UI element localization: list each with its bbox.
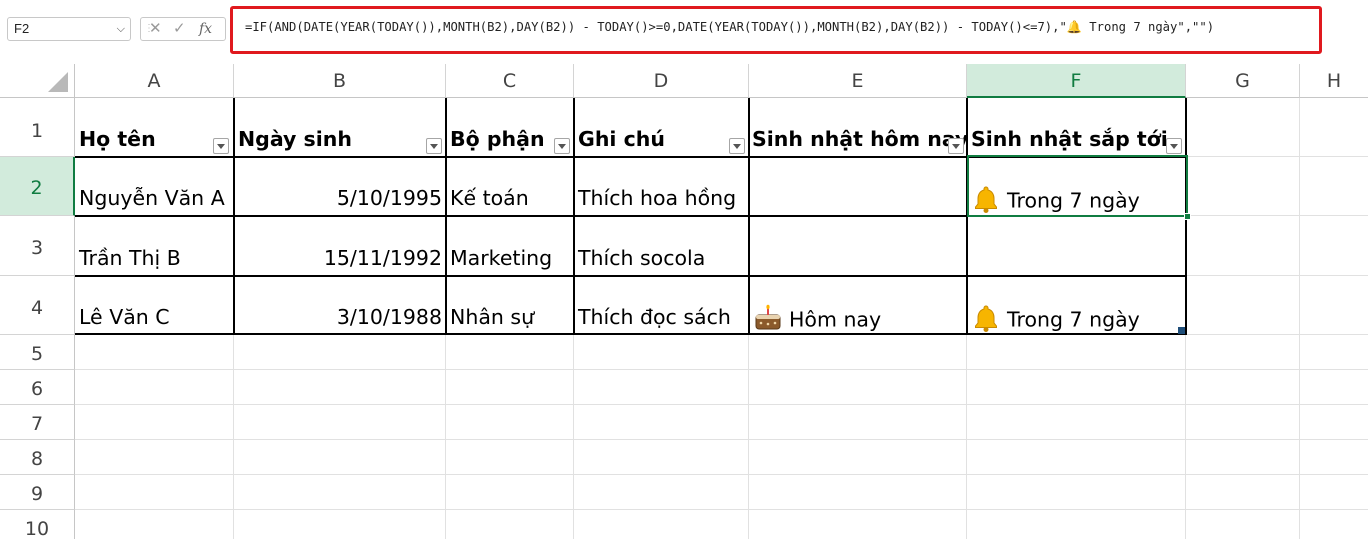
table-resize-handle[interactable] [1178,327,1185,334]
table-header-cell[interactable]: Ghi chú [574,127,669,151]
table-header-cell[interactable]: Sinh nhật sắp tới [967,127,1172,151]
row-header-7[interactable]: 7 [0,405,75,440]
chevron-down-icon[interactable]: ⌵ [117,18,125,40]
cell-department[interactable]: Marketing [446,246,556,270]
cell-today-text: Hôm nay [789,307,882,332]
gridline [75,509,1368,510]
column-header-d[interactable]: D [574,64,749,98]
filter-dropdown-button[interactable] [554,138,570,154]
row-header-4[interactable]: 4 [0,276,75,335]
check-icon[interactable]: ✓ [173,18,186,40]
close-icon[interactable]: ✕ [149,18,162,40]
row-header-8[interactable]: 8 [0,440,75,475]
column-header-a[interactable]: A [75,64,234,98]
gridline [75,439,1368,440]
cell-note[interactable]: Thích đọc sách [574,305,735,329]
cell-department[interactable]: Kế toán [446,186,533,210]
filter-dropdown-button[interactable] [426,138,442,154]
row-header-6[interactable]: 6 [0,370,75,405]
formula-text: =IF(AND(DATE(YEAR(TODAY()),MONTH(B2),DAY… [245,20,1215,34]
cell-upcoming-text: Trong 7 ngày [1007,307,1140,332]
table-header-cell[interactable]: Ngày sinh [234,127,356,151]
birthday-cake-icon [753,303,783,338]
gridline [75,474,1368,475]
name-box[interactable]: F2 ⌵ [7,17,131,41]
cell-name[interactable]: Lê Văn C [75,305,174,329]
gridline [75,369,1368,370]
cell-birth-date[interactable]: 3/10/1988 [234,305,446,329]
cell-birthday-upcoming[interactable]: Trong 7 ngày [967,303,1144,338]
column-header-g[interactable]: G [1186,64,1300,98]
column-header-h[interactable]: H [1300,64,1368,98]
row-header-3[interactable]: 3 [0,216,75,276]
cell-name[interactable]: Trần Thị B [75,246,185,270]
cell-name[interactable]: Nguyễn Văn A [75,186,229,210]
cell-birth-date[interactable]: 15/11/1992 [234,246,446,270]
filter-dropdown-button[interactable] [1166,138,1182,154]
row-header-1[interactable]: 1 [0,98,75,157]
table-header-cell[interactable]: Sinh nhật hôm nay [748,127,972,151]
formula-controls: ⋮ ✕ ✓ fx [140,17,226,41]
filter-dropdown-button[interactable] [948,138,964,154]
column-header-b[interactable]: B [234,64,446,98]
formula-input[interactable]: =IF(AND(DATE(YEAR(TODAY()),MONTH(B2),DAY… [230,6,1322,54]
row-header-10[interactable]: 10 [0,510,75,540]
cell-note[interactable]: Thích hoa hồng [574,186,740,210]
cell-note[interactable]: Thích socola [574,246,709,270]
cell-department[interactable]: Nhân sự [446,305,538,329]
fill-handle[interactable] [1184,213,1191,220]
table-border [75,275,1187,277]
name-box-value: F2 [14,21,30,36]
table-header-cell[interactable]: Bộ phận [446,127,549,151]
row-header-2[interactable]: 2 [0,157,75,216]
gridline [1299,98,1300,539]
gridline [75,404,1368,405]
filter-dropdown-button[interactable] [729,138,745,154]
column-header-c[interactable]: C [446,64,574,98]
insert-function-button[interactable]: fx [199,18,212,40]
column-header-e[interactable]: E [749,64,967,98]
filter-dropdown-button[interactable] [213,138,229,154]
formula-bar: F2 ⌵ ⋮ ✕ ✓ fx =IF(AND(DATE(YEAR(TODAY())… [0,0,1368,58]
column-header-f[interactable]: F [967,64,1186,98]
active-cell-border [967,155,1188,217]
select-all-button[interactable] [0,64,75,98]
cell-birthday-today[interactable]: Hôm nay [749,303,885,338]
table-header-cell[interactable]: Họ tên [75,127,160,151]
cell-birth-date[interactable]: 5/10/1995 [234,186,446,210]
bell-icon [971,303,1001,338]
row-header-9[interactable]: 9 [0,475,75,510]
row-header-5[interactable]: 5 [0,335,75,370]
